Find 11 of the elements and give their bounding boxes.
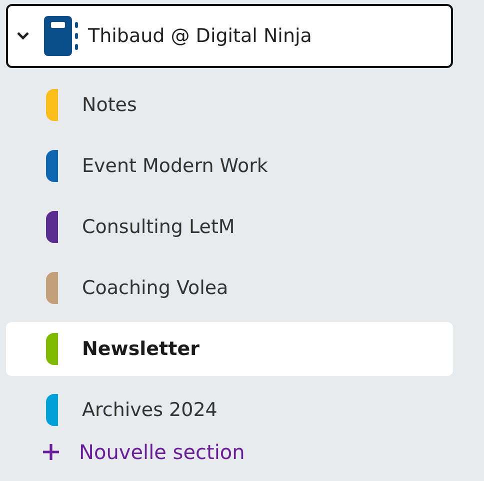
- new-section-button[interactable]: Nouvelle section: [6, 437, 245, 467]
- chevron-down-icon[interactable]: [16, 31, 30, 41]
- notebook-item[interactable]: Thibaud @ Digital Ninja: [6, 4, 453, 68]
- notebook-name: Thibaud @ Digital Ninja: [88, 24, 312, 49]
- section-item[interactable]: Coaching Volea: [6, 261, 453, 315]
- section-item[interactable]: Archives 2024: [6, 383, 453, 437]
- plus-icon: [42, 443, 60, 461]
- section-item[interactable]: Notes: [6, 78, 453, 132]
- section-item[interactable]: Consulting LetM: [6, 200, 453, 254]
- section-item[interactable]: Newsletter: [6, 322, 453, 376]
- section-item[interactable]: Event Modern Work: [6, 139, 453, 193]
